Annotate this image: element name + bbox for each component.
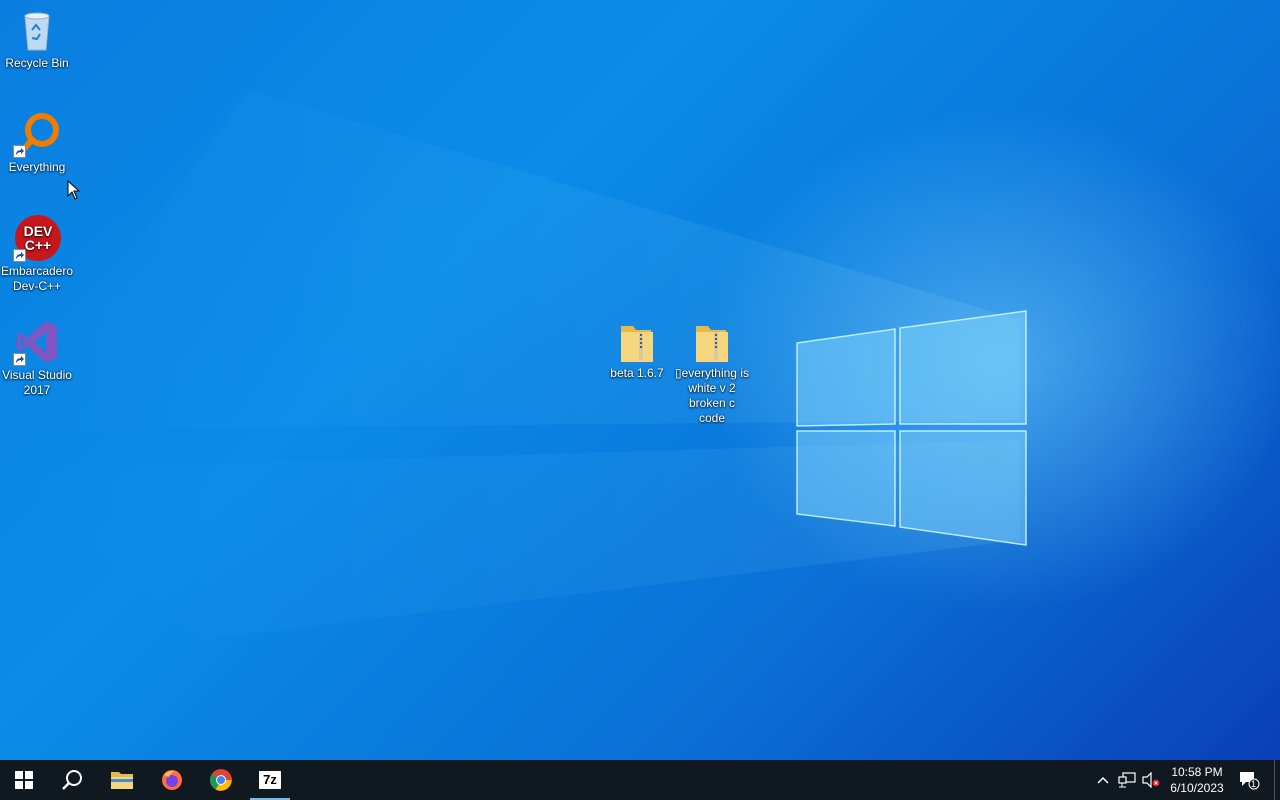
clock-time: 10:58 PM <box>1171 765 1223 779</box>
everything-magnifier-icon <box>13 110 61 158</box>
start-button[interactable] <box>0 760 48 800</box>
everything-desktop-icon[interactable]: Everything <box>0 110 74 175</box>
notification-count-badge: 1 <box>1251 779 1257 789</box>
beta-folder-desktop-icon[interactable]: beta 1.6.7 <box>600 322 674 381</box>
show-hidden-icons-button[interactable] <box>1092 760 1114 800</box>
7zip-icon: 7z <box>259 771 281 789</box>
action-center-button[interactable]: 1 <box>1234 760 1264 800</box>
visual-studio-label: Visual Studio 2017 <box>2 368 72 397</box>
search-icon <box>62 770 82 790</box>
firefox-icon <box>162 770 182 790</box>
recycle-bin-label: Recycle Bin <box>5 56 69 70</box>
devcpp-label: Embarcadero Dev-C++ <box>0 264 74 293</box>
beta-folder-label: beta 1.6.7 <box>610 366 664 380</box>
everything-white-folder-label: ▯everything is white v 2 broken c code <box>675 366 749 425</box>
volume-tray-button[interactable] <box>1140 760 1162 800</box>
shortcut-arrow-icon <box>13 249 26 262</box>
show-desktop-button[interactable] <box>1274 760 1280 800</box>
network-icon <box>1118 772 1136 788</box>
clock-button[interactable]: 10:58 PM 6/10/2023 <box>1166 760 1228 800</box>
firefox-button[interactable] <box>148 760 196 800</box>
7zip-button[interactable]: 7z <box>246 760 294 800</box>
desktop-background[interactable]: Recycle Bin Everything DEV C++ Embarcade… <box>0 0 1280 760</box>
mouse-cursor-icon <box>67 180 81 200</box>
everything-label: Everything <box>8 160 66 174</box>
visual-studio-icon <box>13 318 61 366</box>
7zip-icon-label: 7z <box>263 772 277 787</box>
devcpp-desktop-icon[interactable]: DEV C++ Embarcadero Dev-C++ <box>0 214 74 294</box>
file-explorer-button[interactable] <box>98 760 146 800</box>
search-button[interactable] <box>48 760 96 800</box>
windows-start-icon <box>15 771 33 789</box>
recycle-bin-desktop-icon[interactable]: Recycle Bin <box>0 6 74 71</box>
recycle-bin-icon <box>13 6 61 54</box>
svg-text:C++: C++ <box>25 237 51 253</box>
volume-muted-icon <box>1142 772 1160 788</box>
shortcut-arrow-icon <box>13 145 26 158</box>
visual-studio-desktop-icon[interactable]: Visual Studio 2017 <box>0 318 74 398</box>
file-explorer-icon <box>111 772 133 789</box>
chevron-up-icon <box>1097 776 1109 784</box>
chrome-button[interactable] <box>197 760 245 800</box>
devcpp-logo-icon: DEV C++ <box>13 214 61 262</box>
shortcut-arrow-icon <box>13 353 26 366</box>
chrome-icon <box>210 769 232 791</box>
notification-icon <box>1240 772 1260 790</box>
everything-white-folder-desktop-icon[interactable]: ▯everything is white v 2 broken c code <box>675 322 749 426</box>
clock-date: 6/10/2023 <box>1170 781 1224 795</box>
zip-folder-icon <box>692 322 732 364</box>
taskbar: 7z 10:58 PM 6/10/2023 1 <box>0 760 1280 800</box>
network-tray-button[interactable] <box>1116 760 1138 800</box>
zip-folder-icon <box>617 322 657 364</box>
